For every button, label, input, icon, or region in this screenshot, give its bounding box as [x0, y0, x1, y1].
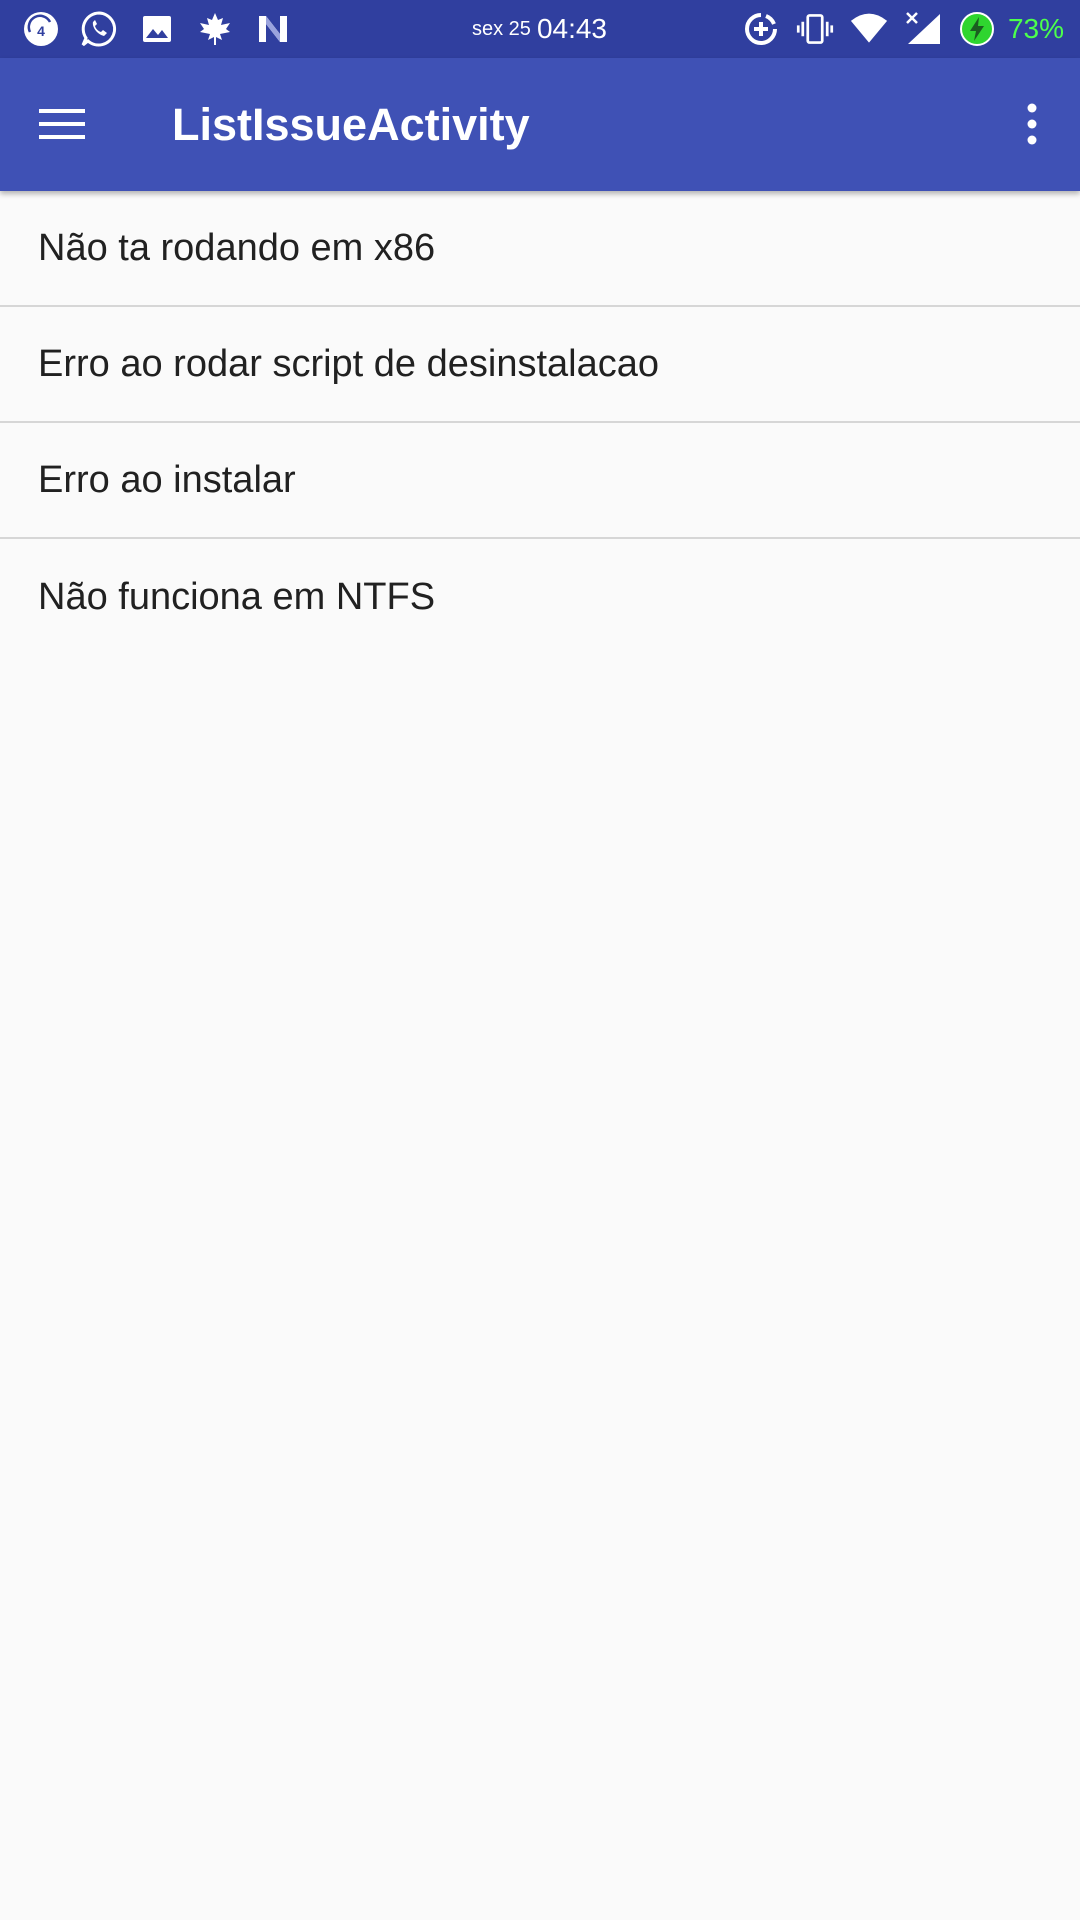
- app-title: ListIssueActivity: [172, 99, 530, 150]
- status-clock: sex 25 04:43: [472, 0, 607, 58]
- signal-no-service-icon: [904, 10, 942, 48]
- issue-list: Não ta rodando em x86 Erro ao rodar scri…: [0, 191, 1080, 655]
- issue-list-item[interactable]: Não ta rodando em x86: [0, 191, 1080, 307]
- app-bar: ListIssueActivity: [0, 58, 1080, 191]
- status-bar: 4 sex 25 04:43 73%: [0, 0, 1080, 58]
- issue-list-item[interactable]: Não funciona em NTFS: [0, 539, 1080, 655]
- notification-icons: 4: [22, 0, 292, 58]
- n-logo-icon: [254, 10, 292, 48]
- data-saver-icon: [742, 10, 780, 48]
- battery-charging-icon: [958, 10, 996, 48]
- overflow-menu-button[interactable]: [1004, 92, 1060, 156]
- system-icons: 73%: [742, 0, 1064, 58]
- vibrate-icon: [796, 10, 834, 48]
- issue-list-item[interactable]: Erro ao instalar: [0, 423, 1080, 539]
- image-icon: [138, 10, 176, 48]
- wifi-icon: [850, 10, 888, 48]
- hamburger-menu-button[interactable]: [30, 92, 94, 156]
- battery-percent: 73%: [1007, 13, 1064, 44]
- whatsapp-icon: [80, 10, 118, 48]
- maple-leaf-icon: [196, 10, 234, 48]
- more-vertical-icon: [1027, 103, 1037, 145]
- status-date: sex 25: [472, 17, 531, 40]
- hamburger-menu-icon: [39, 109, 85, 139]
- issue-list-item[interactable]: Erro ao rodar script de desinstalacao: [0, 307, 1080, 423]
- status-time: 04:43: [536, 13, 608, 44]
- update-badge-count: 4: [37, 23, 45, 39]
- update-badge-icon: 4: [22, 10, 60, 48]
